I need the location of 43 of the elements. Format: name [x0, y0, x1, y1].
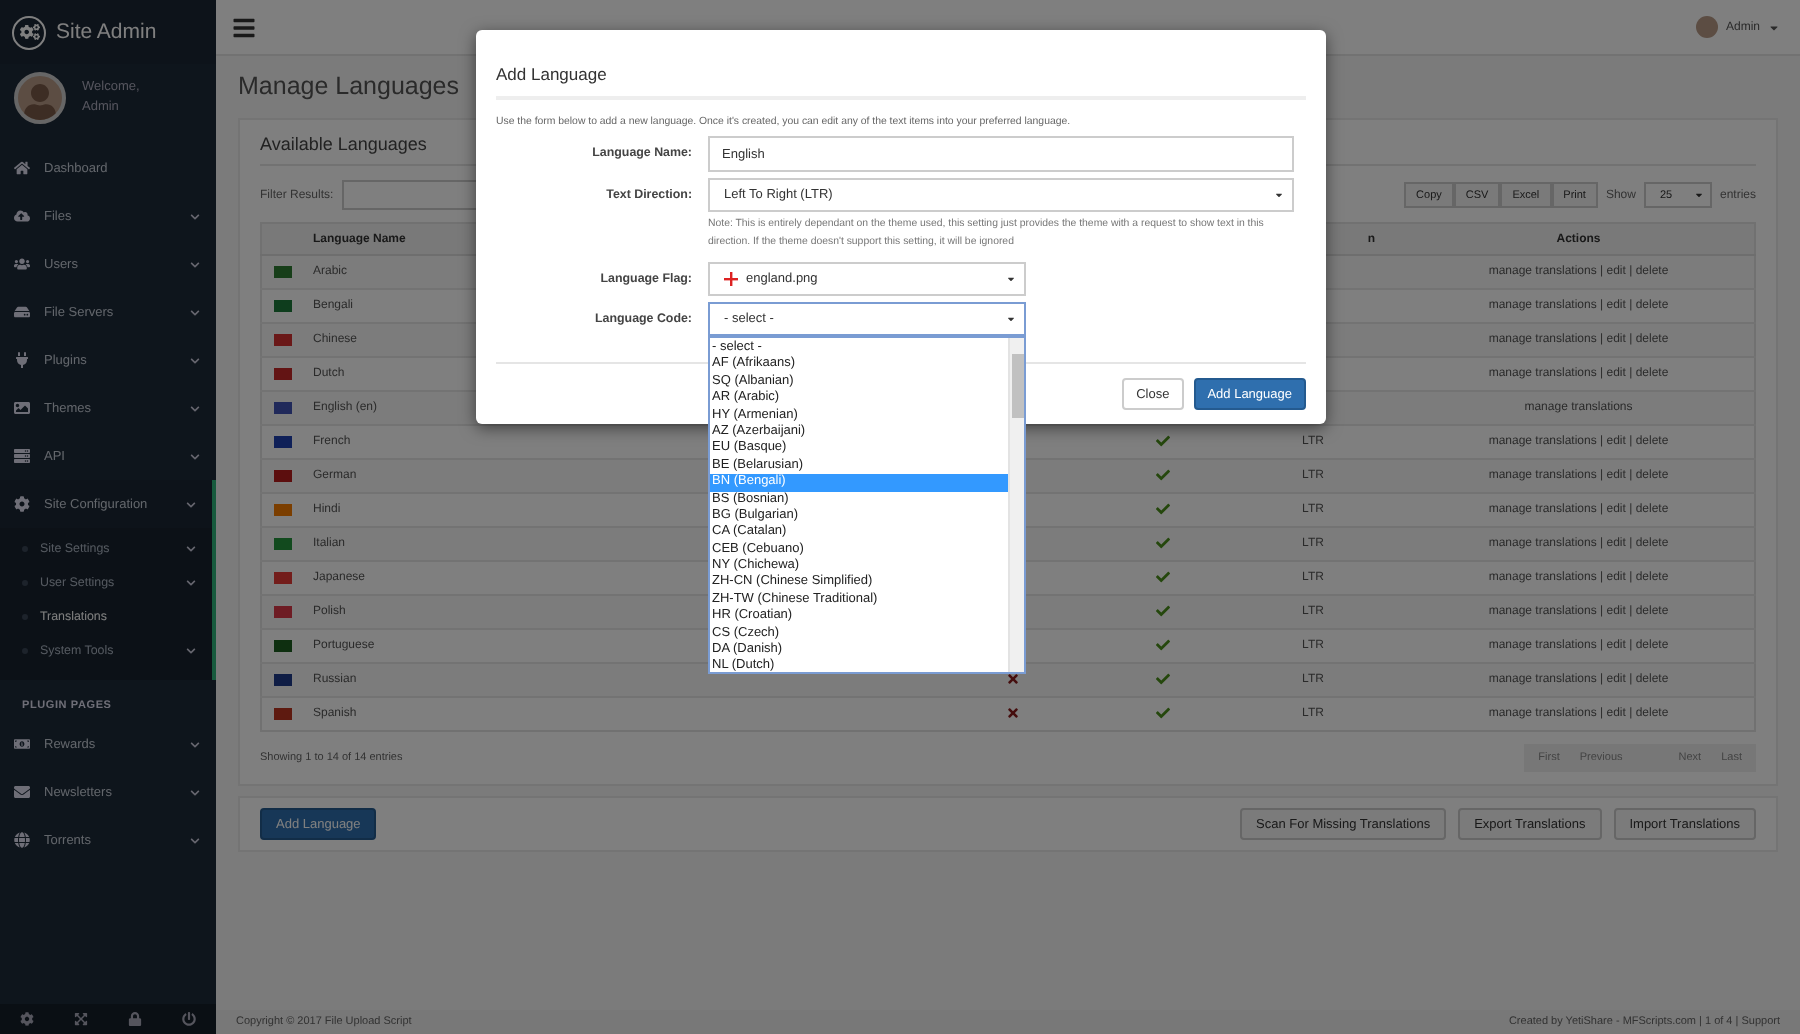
- caret-icon: [1693, 190, 1704, 200]
- caret-icon: [1274, 190, 1284, 200]
- dialog-title: Add Language: [496, 30, 1306, 100]
- avatar-silhouette: [14, 72, 66, 124]
- brand-title: Site Admin: [56, 20, 157, 44]
- sidebar-item-icon: [14, 208, 30, 224]
- chevron-icon: [190, 259, 200, 269]
- chevron-icon: [186, 544, 196, 554]
- chevron-icon: [190, 451, 200, 461]
- fullscreen-icon[interactable]: [74, 1012, 88, 1026]
- page-title: Manage Languages: [238, 72, 460, 100]
- menu-icon[interactable]: [232, 15, 256, 39]
- sidebar-item-icon: [14, 496, 30, 512]
- sidebar-item-icon: [14, 784, 30, 800]
- sidebar-item-icon: [14, 352, 30, 368]
- sidebar-item-icon: [14, 736, 30, 752]
- chevron-icon: [186, 499, 196, 509]
- chevron-icon: [186, 578, 196, 588]
- sidebar-item-icon: [14, 400, 30, 416]
- sidebar-item-icon: [14, 832, 30, 848]
- chevron-icon: [186, 646, 196, 656]
- settings-icon[interactable]: [20, 1012, 34, 1026]
- caret-icon: [1006, 274, 1016, 284]
- chevron-icon: [190, 403, 200, 413]
- power-icon[interactable]: [182, 1012, 196, 1026]
- sidebar-item-icon: [14, 160, 30, 176]
- sidebar-item-icon: [14, 256, 30, 272]
- avatar-circle: [1695, 16, 1718, 38]
- scrollbar[interactable]: [1008, 338, 1024, 672]
- sidebar-item-icon: [14, 304, 30, 320]
- chevron-icon: [190, 787, 200, 797]
- scrollbar-thumb[interactable]: [1012, 354, 1024, 418]
- chevron-icon: [190, 211, 200, 221]
- cross-flag-icon: [724, 272, 738, 286]
- chevron-icon: [190, 739, 200, 749]
- caret-icon: [1006, 314, 1016, 324]
- chevron-icon: [190, 835, 200, 845]
- chevron-icon: [190, 307, 200, 317]
- sidebar-item-icon: [14, 448, 30, 464]
- lock-icon[interactable]: [128, 1012, 142, 1026]
- caret-icon: [1768, 21, 1780, 33]
- chevron-icon: [190, 355, 200, 365]
- gears-logo-icon: [12, 15, 46, 49]
